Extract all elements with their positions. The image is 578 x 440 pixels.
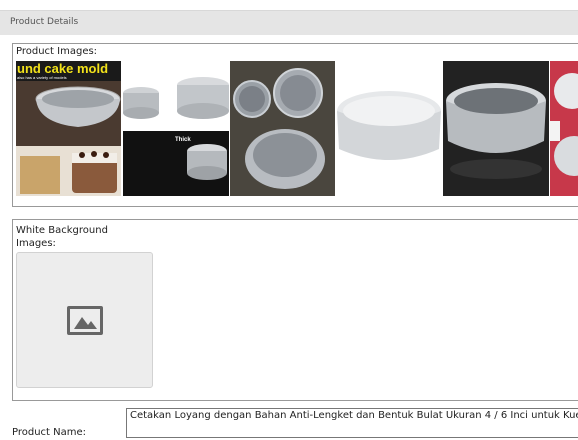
thumbnail-1-overlay-text: und cake mold — [17, 61, 108, 76]
product-image-thumbnail-5[interactable] — [443, 61, 549, 196]
panel-header: Product Details — [0, 10, 578, 35]
product-image-thumbnail-3[interactable] — [230, 61, 335, 196]
panel-title: Product Details — [10, 17, 79, 27]
product-image-thumbnail-1[interactable]: und cake mold also has a variety of mode… — [16, 61, 121, 196]
white-background-label: White Background Images: — [16, 225, 108, 249]
product-image-thumbnail-2[interactable]: Thick — [123, 61, 229, 196]
thumbnail-1-sub-text: also has a variety of models — [17, 75, 67, 80]
image-placeholder-icon — [67, 306, 103, 335]
thumbnail-2-overlay-text: Thick — [175, 137, 191, 143]
product-name-input[interactable]: Cetakan Loyang dengan Bahan Anti-Lengket… — [126, 408, 578, 438]
product-name-label: Product Name: — [12, 427, 87, 438]
white-background-upload-placeholder[interactable] — [16, 252, 153, 388]
product-images-label: Product Images: — [16, 46, 98, 57]
section-divider — [12, 219, 578, 220]
product-image-thumbnail-4[interactable] — [336, 61, 442, 196]
product-image-thumbnail-6[interactable] — [550, 61, 578, 196]
